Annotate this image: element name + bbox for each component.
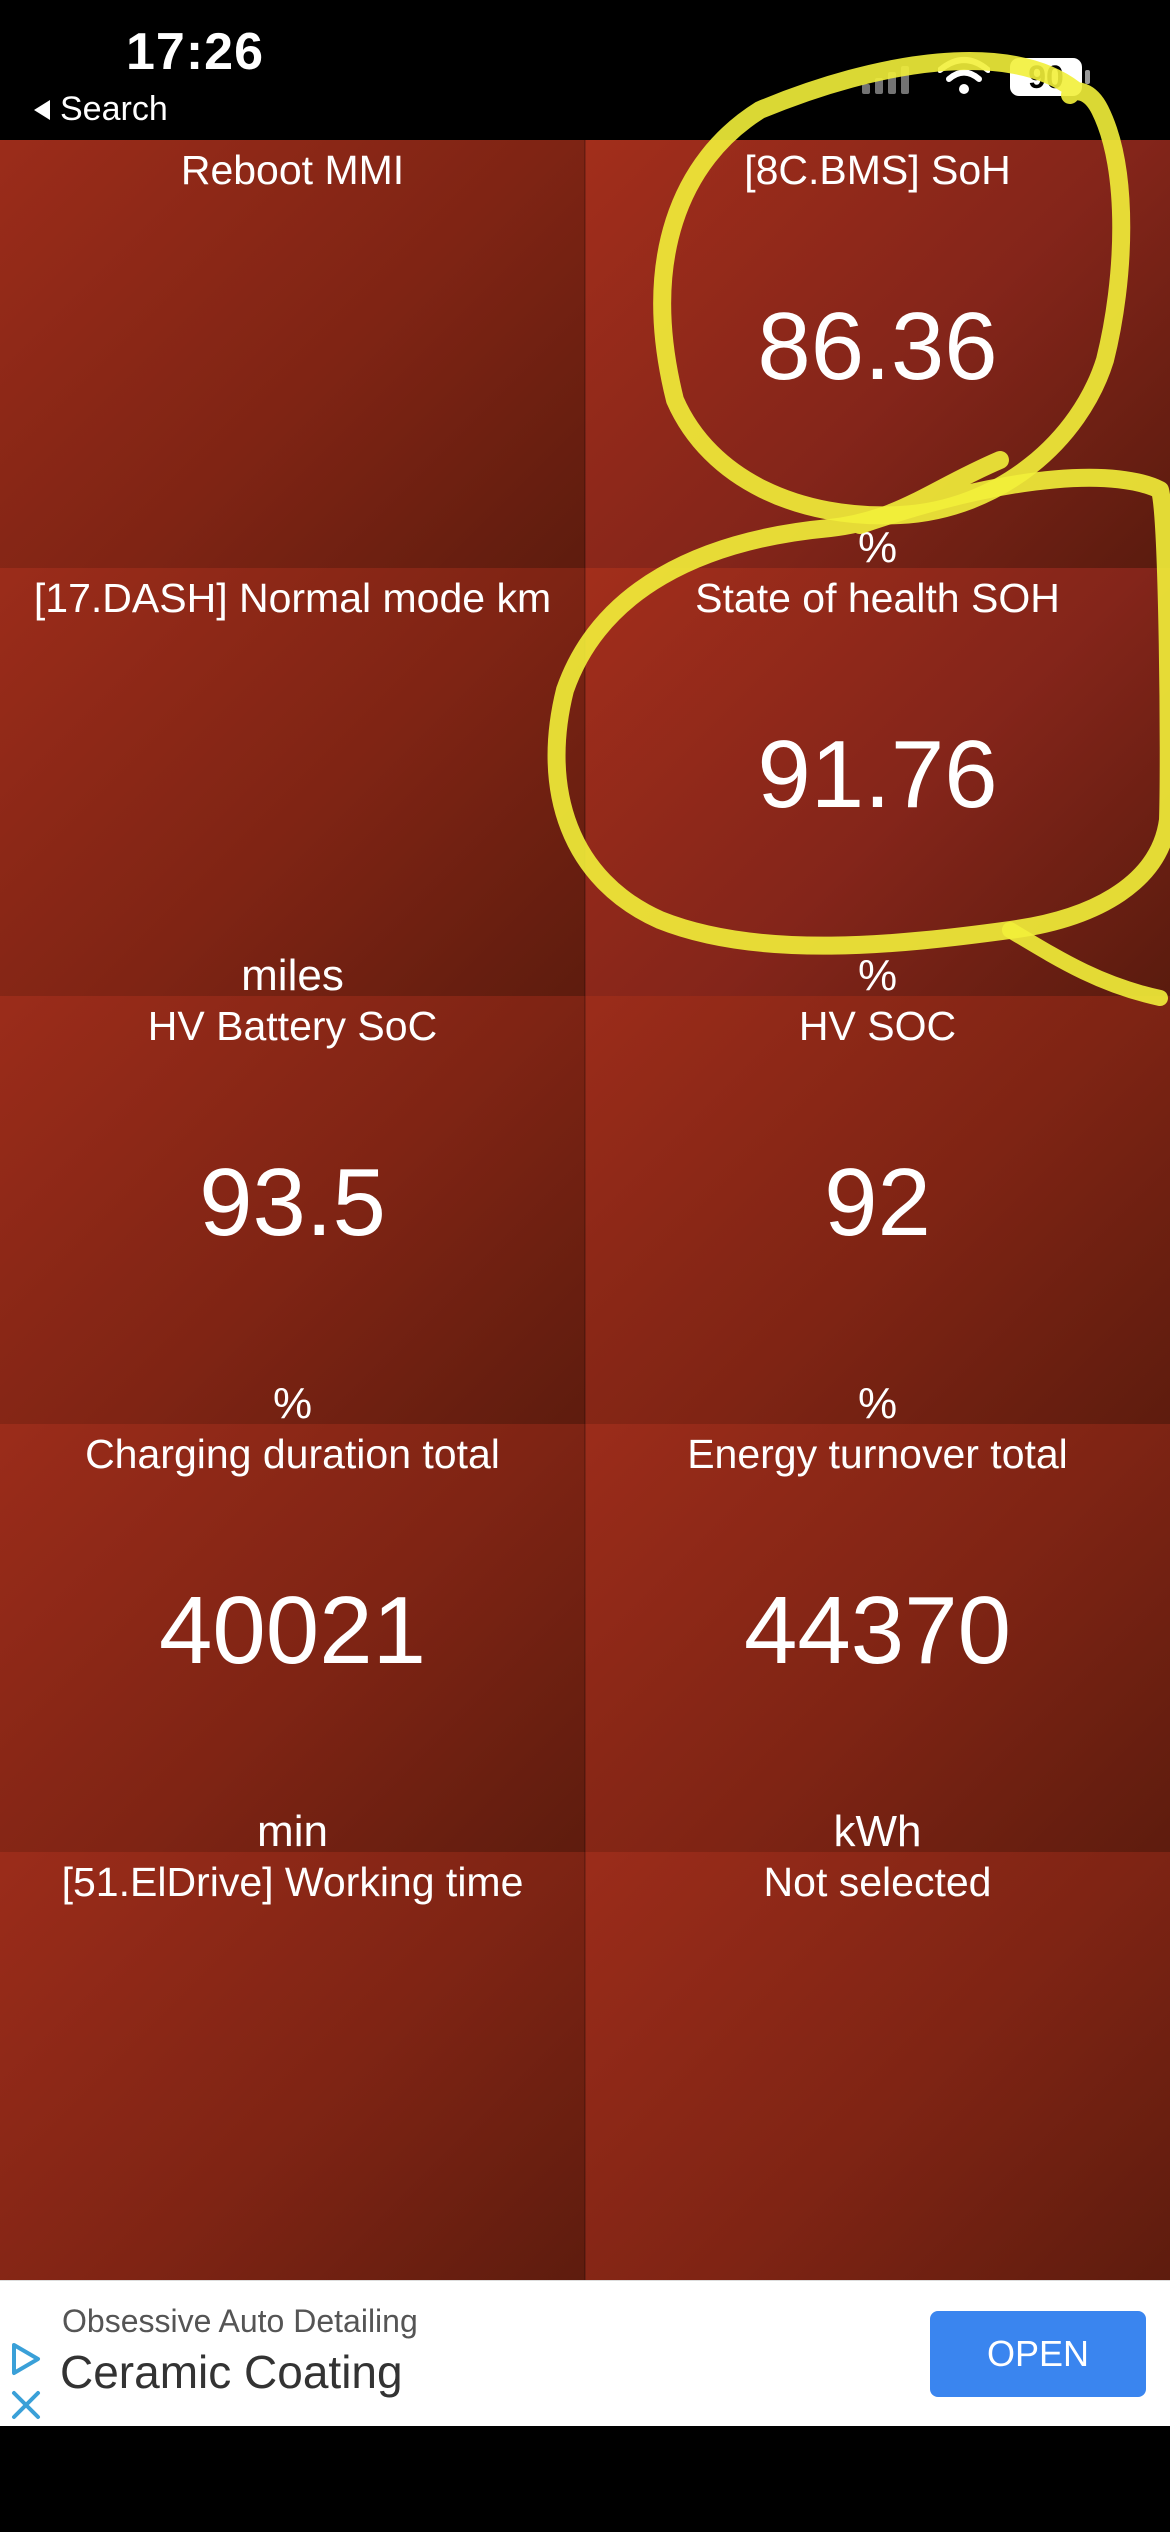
tile-title: Not selected <box>763 1859 992 1905</box>
home-indicator-area <box>0 2426 1170 2532</box>
tile-title: [51.ElDrive] Working time <box>61 1859 524 1905</box>
tile-state-of-health[interactable]: State of health SOH 91.76 % <box>585 568 1170 1000</box>
clock: 17:26 <box>126 23 264 81</box>
tile-title: [8C.BMS] SoH <box>744 147 1011 193</box>
tile-title: Charging duration total <box>85 1431 500 1477</box>
cellular-signal-icon <box>862 66 909 94</box>
tile-charging-duration[interactable]: Charging duration total 40021 min <box>0 1424 585 1856</box>
battery-icon: 90 <box>1010 58 1090 96</box>
ad-advertiser: Obsessive Auto Detailing <box>62 2303 418 2339</box>
tile-unit: kWh <box>833 1807 922 1856</box>
tile-title: HV Battery SoC <box>147 1003 438 1049</box>
battery-level: 90 <box>1028 59 1064 95</box>
ad-open-button[interactable]: OPEN <box>930 2311 1146 2397</box>
column-divider <box>584 140 586 2280</box>
ad-headline: Ceramic Coating <box>60 2346 403 2398</box>
tile-title: [17.DASH] Normal mode km <box>33 575 552 621</box>
tile-title: State of health SOH <box>695 575 1060 621</box>
tile-value: 40021 <box>159 1577 426 1684</box>
tile-unit: % <box>857 951 898 1000</box>
tile-value: 92 <box>824 1149 931 1256</box>
tile-value: 44370 <box>744 1577 1011 1684</box>
close-ad-icon[interactable] <box>10 2389 42 2421</box>
tile-unit: % <box>272 1379 313 1428</box>
back-arrow-icon <box>34 99 50 120</box>
wifi-icon <box>938 57 990 94</box>
ad-choices-icon[interactable] <box>8 2341 44 2377</box>
tile-unit: min <box>257 1807 328 1856</box>
tile-unit: % <box>857 523 898 572</box>
tile-eldrive-working-time[interactable]: [51.ElDrive] Working time <box>0 1852 585 2280</box>
tile-title: Reboot MMI <box>180 147 405 193</box>
tile-hv-soc[interactable]: HV SOC 92 % <box>585 996 1170 1428</box>
tile-energy-turnover[interactable]: Energy turnover total 44370 kWh <box>585 1424 1170 1856</box>
tile-title: HV SOC <box>798 1003 957 1049</box>
back-to-search-button[interactable]: Search <box>34 90 168 129</box>
tile-not-selected[interactable]: Not selected <box>585 1852 1170 2280</box>
tile-normal-mode-km[interactable]: [17.DASH] Normal mode km miles <box>0 568 585 1000</box>
tile-hv-battery-soc[interactable]: HV Battery SoC 93.5 % <box>0 996 585 1428</box>
tile-unit: % <box>857 1379 898 1428</box>
tile-value: 86.36 <box>757 293 998 400</box>
tile-reboot-mmi[interactable]: Reboot MMI <box>0 140 585 568</box>
tile-title: Energy turnover total <box>687 1431 1068 1477</box>
status-bar: 17:26 Search 90 <box>0 0 1170 140</box>
tile-value: 93.5 <box>199 1149 386 1256</box>
back-label: Search <box>60 90 168 128</box>
gauge-grid: Reboot MMI [8C.BMS] SoH 86.36 % [17.DASH… <box>0 140 1170 2280</box>
ad-banner[interactable]: Obsessive Auto Detailing Ceramic Coating… <box>0 2280 1170 2427</box>
tile-unit: miles <box>241 951 344 1000</box>
tile-value: 91.76 <box>757 721 998 828</box>
tile-bms-soh[interactable]: [8C.BMS] SoH 86.36 % <box>585 140 1170 572</box>
